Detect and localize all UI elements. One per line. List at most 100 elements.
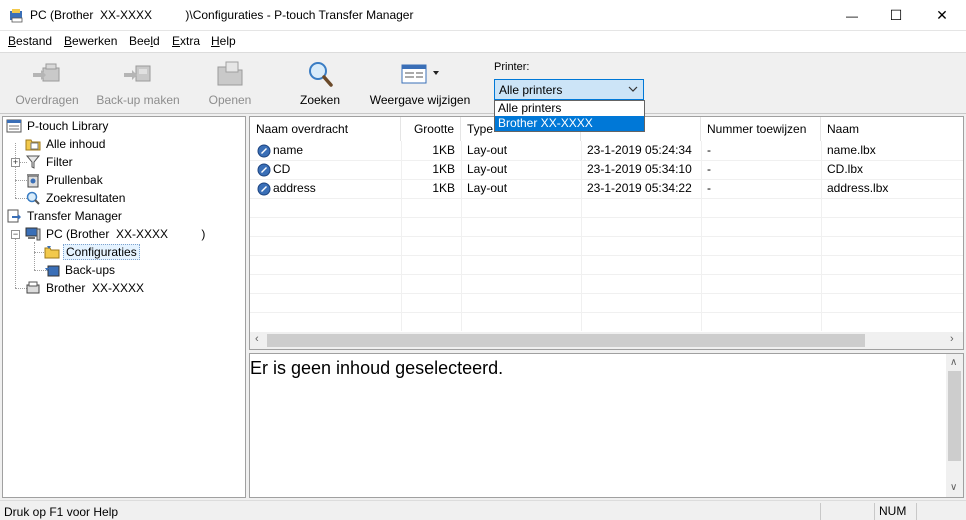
menu-extra[interactable]: Extra [172, 34, 200, 48]
transfer-manager-icon [7, 209, 21, 223]
cell-number: - [707, 143, 711, 157]
grid-line [250, 312, 963, 313]
cell-type: Lay-out [467, 181, 508, 195]
backup-button[interactable]: Back-up maken [95, 53, 181, 113]
status-panel-empty [820, 503, 874, 520]
cell-filename: name.lbx [827, 143, 876, 157]
label-file-icon [257, 163, 271, 177]
menu-bewerken[interactable]: Bewerken [64, 34, 117, 48]
pc-collapse-toggle[interactable]: − [11, 230, 20, 239]
cell-date: 23-1-2019 05:34:10 [587, 162, 692, 176]
tree-line [15, 233, 16, 288]
tree-node-brother[interactable]: Brother XX-XXXX [25, 279, 146, 297]
cell-size: 1KB [432, 162, 455, 176]
all-content-icon [25, 139, 41, 151]
minimize-icon: — [846, 8, 858, 23]
printer-selected-value: Alle printers [499, 83, 563, 97]
search-results-icon [26, 191, 40, 205]
filter-icon [25, 155, 41, 169]
printer-dropdown-list: Alle printers Brother XX-XXXX [494, 100, 645, 132]
menu-help[interactable]: Help [211, 34, 236, 48]
computer-icon [25, 227, 41, 241]
column-header-number[interactable]: Nummer toewijzen [701, 117, 821, 141]
grid-line [250, 236, 963, 237]
label-file-icon [257, 182, 271, 196]
preview-pane: Er is geen inhoud geselecteerd. ∧ ∨ [249, 353, 964, 498]
cell-size: 1KB [432, 143, 455, 157]
search-icon [309, 62, 333, 87]
scroll-up-icon[interactable]: ∧ [950, 357, 957, 368]
cell-filename: address.lbx [827, 181, 889, 195]
cell-size: 1KB [432, 181, 455, 195]
close-button[interactable]: ✕ [919, 0, 965, 31]
minimize-button[interactable]: — [829, 0, 875, 31]
cell-number: - [707, 162, 711, 176]
status-bar: Druk op F1 voor Help NUM [0, 500, 966, 520]
filter-expand-toggle[interactable]: + [11, 158, 20, 167]
printer-option-all[interactable]: Alle printers [495, 101, 644, 116]
backup-icon [124, 65, 151, 82]
vertical-scroll-thumb[interactable] [948, 371, 961, 461]
menu-bestand[interactable]: Bestand [8, 34, 52, 48]
open-folder-icon [217, 61, 243, 86]
grid-line [250, 293, 963, 294]
printer-icon [26, 281, 40, 294]
cell-type: Lay-out [467, 162, 508, 176]
tree-line [15, 143, 16, 198]
change-view-button[interactable]: Weergave wijzigen [368, 53, 472, 113]
cell-date: 23-1-2019 05:34:22 [587, 181, 692, 195]
column-header-size[interactable]: Grootte [401, 117, 461, 141]
view-list-icon [401, 64, 439, 84]
horizontal-scroll-thumb[interactable] [267, 334, 865, 347]
tree-node-backups[interactable]: Back-ups [44, 261, 117, 279]
horizontal-scrollbar[interactable]: ‹ › [250, 332, 963, 349]
chevron-down-icon [628, 86, 638, 92]
grid-line [250, 255, 963, 256]
menu-bar: Bestand Bewerken Beeld Extra Help [0, 31, 966, 52]
tree-node-configurations[interactable]: Configuraties [44, 243, 140, 261]
scroll-right-icon[interactable]: › [950, 333, 954, 345]
vertical-scrollbar[interactable]: ∧ ∨ [946, 354, 963, 497]
scroll-down-icon[interactable]: ∨ [950, 482, 957, 493]
column-header-filename[interactable]: Naam [821, 117, 963, 141]
printer-option-brother[interactable]: Brother XX-XXXX [495, 116, 644, 131]
maximize-button[interactable]: ☐ [873, 0, 919, 31]
app-icon [10, 9, 23, 23]
cell-name: CD [273, 162, 291, 176]
cell-type: Lay-out [467, 143, 508, 157]
grid-line [250, 198, 963, 199]
column-header-name[interactable]: Naam overdracht [250, 117, 401, 141]
transfer-list: Naam overdracht Grootte Type Nummer toew… [249, 116, 964, 350]
search-button[interactable]: Zoeken [295, 53, 345, 113]
printer-select[interactable]: Alle printers [494, 79, 644, 100]
grid-line [250, 274, 963, 275]
tree-node-filter[interactable]: Filter [25, 153, 75, 171]
cell-filename: CD.lbx [827, 162, 864, 176]
maximize-icon: ☐ [889, 7, 903, 23]
transfer-button[interactable]: Overdragen [14, 53, 80, 113]
toolbar: Overdragen Back-up maken Openen Zoeken W… [0, 52, 966, 114]
cell-number: - [707, 181, 711, 195]
tree-node-trash[interactable]: Prullenbak [25, 171, 105, 189]
status-help-text: Druk op F1 voor Help [4, 505, 119, 519]
tree-node-all-content[interactable]: Alle inhoud [25, 135, 107, 153]
open-button[interactable]: Openen [204, 53, 256, 113]
configurations-folder-icon [44, 246, 60, 259]
tree-node-search-results[interactable]: Zoekresultaten [25, 189, 127, 207]
trash-icon [27, 174, 39, 188]
cell-date: 23-1-2019 05:24:34 [587, 143, 692, 157]
cell-name: address [273, 181, 316, 195]
menu-beeld[interactable]: Beeld [129, 34, 160, 48]
preview-message: Er is geen inhoud geselecteerd. [250, 358, 504, 378]
tree-node-transfer-manager[interactable]: Transfer Manager [6, 207, 124, 225]
tree-node-library[interactable]: P-touch Library [6, 117, 110, 135]
backups-icon [45, 265, 60, 277]
tree-line [34, 242, 35, 270]
scroll-left-icon[interactable]: ‹ [255, 333, 259, 345]
status-panel-empty-2 [916, 503, 964, 520]
printer-label: Printer: [494, 61, 530, 73]
grid-line [250, 217, 963, 218]
library-icon [6, 119, 22, 133]
transfer-icon [33, 63, 60, 82]
tree-node-pc[interactable]: PC (Brother XX-XXXX ) [25, 225, 207, 243]
